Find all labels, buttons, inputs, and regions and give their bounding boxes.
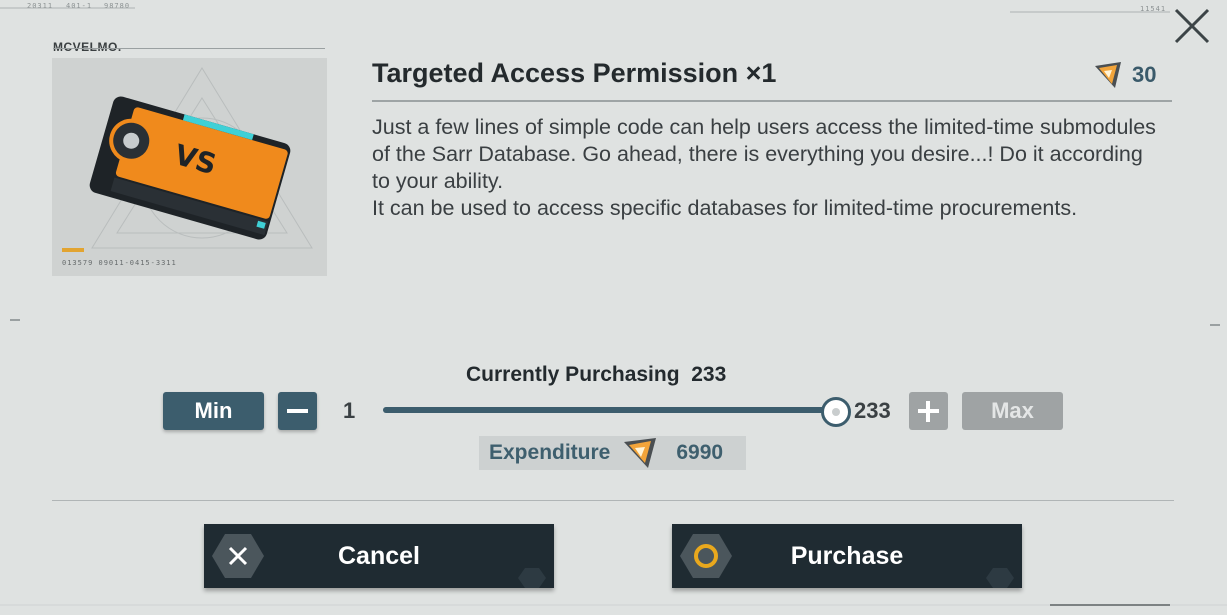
- currency-icon: [624, 438, 657, 468]
- title-divider: [372, 100, 1172, 102]
- increase-button[interactable]: [909, 392, 948, 430]
- purchase-button[interactable]: Purchase: [672, 524, 1022, 588]
- slider-thumb[interactable]: [821, 397, 851, 427]
- item-title: Targeted Access Permission ×1: [372, 58, 777, 88]
- decorative-hex-icon: [986, 568, 1014, 588]
- min-button[interactable]: Min: [163, 392, 264, 430]
- slider-fill: [383, 407, 836, 413]
- brand-underline: [53, 48, 325, 49]
- cancel-icon: [212, 534, 264, 578]
- expenditure-label: Expenditure: [489, 441, 611, 464]
- item-price-value: 30: [1132, 62, 1157, 87]
- cancel-button[interactable]: Cancel: [204, 524, 554, 588]
- confirm-icon: [680, 534, 732, 578]
- expenditure-box: Expenditure 6990: [479, 436, 746, 470]
- purchasing-count: 233: [691, 363, 727, 386]
- description-paragraph: Just a few lines of simple code can help…: [372, 115, 1156, 193]
- item-description: Just a few lines of simple code can help…: [372, 114, 1162, 222]
- expenditure-amount: 6990: [676, 441, 724, 464]
- top-code-3: 98780: [104, 2, 131, 10]
- close-icon: [1174, 8, 1210, 44]
- cancel-label: Cancel: [338, 541, 420, 570]
- footer-divider: [52, 500, 1174, 501]
- currently-purchasing-label: Currently Purchasing 233: [466, 363, 726, 387]
- slider-max-value: 233: [854, 398, 891, 423]
- top-code-4: 11541: [1140, 5, 1167, 13]
- decrease-button[interactable]: [278, 392, 317, 430]
- item-price: 30: [1093, 60, 1156, 90]
- access-card-illustration: VS: [89, 67, 313, 249]
- purchasing-label-text: Currently Purchasing: [466, 363, 680, 386]
- quantity-slider[interactable]: [383, 397, 851, 427]
- description-paragraph: It can be used to access specific databa…: [372, 196, 1078, 220]
- currency-icon: [1095, 62, 1121, 88]
- slider-min-value: 1: [343, 398, 356, 423]
- close-button[interactable]: [1170, 4, 1216, 46]
- item-image: VS 013579 09011-0415-3311: [52, 58, 327, 276]
- top-code-1: 20311: [27, 2, 54, 10]
- top-code-2: 401-1: [66, 2, 93, 10]
- brand-label: MCVELMO.: [53, 40, 122, 54]
- decorative-hex-icon: [518, 568, 546, 588]
- image-accent-bar: [62, 248, 84, 252]
- purchase-label: Purchase: [790, 541, 904, 570]
- max-button[interactable]: Max: [962, 392, 1063, 430]
- image-caption-code: 013579 09011-0415-3311: [62, 259, 177, 267]
